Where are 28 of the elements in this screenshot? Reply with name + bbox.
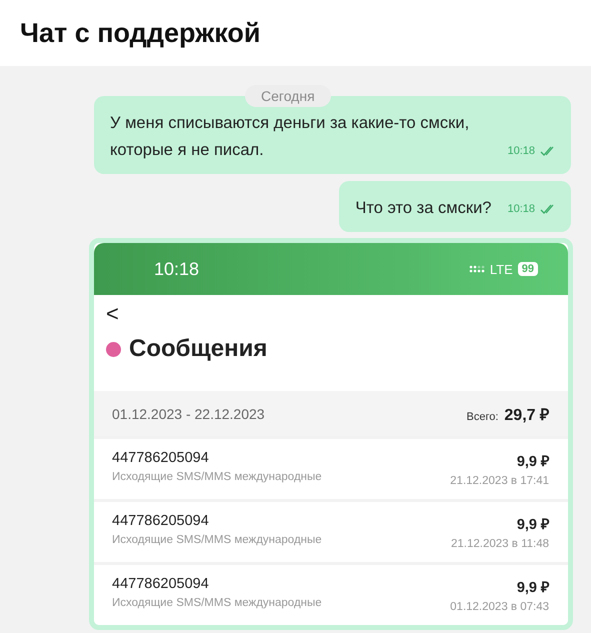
charge-type: Исходящие SMS/MMS международные	[112, 597, 322, 609]
charge-date: 21.12.2023 в 17:41	[450, 475, 549, 487]
charge-date: 21.12.2023 в 11:48	[451, 538, 549, 550]
screen-title: Сообщения	[129, 335, 268, 363]
total-amount: 29,7 ₽	[504, 406, 549, 424]
charge-amount: 9,9 ₽	[516, 579, 549, 596]
back-button[interactable]: <	[106, 301, 119, 327]
phone-number: 447786205094	[112, 450, 210, 466]
charge-amount: 9,9 ₽	[516, 453, 549, 470]
charge-date: 01.12.2023 в 07:43	[450, 601, 549, 613]
total-label: Всего:	[466, 410, 498, 422]
message-text: У меня списываются деньги за какие-то смски, которые я не писал.	[110, 113, 470, 161]
battery-indicator: 99	[518, 262, 538, 276]
message-text: Что это за смски?	[355, 198, 492, 219]
phone-number: 447786205094	[112, 513, 210, 529]
network-label: LTE	[490, 262, 513, 276]
phone-number: 447786205094	[112, 576, 210, 592]
message-time: 10:18	[507, 202, 535, 216]
status-time: 10:18	[154, 258, 200, 280]
message-time: 10:18	[507, 144, 535, 158]
period-dates: 01.12.2023 - 22.12.2023	[112, 406, 265, 422]
charge-amount: 9,9 ₽	[516, 516, 549, 533]
date-label: Сегодня	[245, 85, 331, 107]
dot-icon	[106, 342, 121, 356]
page-title: Чат с поддержкой	[20, 18, 260, 48]
signal-icon	[468, 264, 485, 274]
charge-type: Исходящие SMS/MMS международные	[112, 534, 322, 546]
charge-type: Исходящие SMS/MMS международные	[112, 471, 322, 483]
